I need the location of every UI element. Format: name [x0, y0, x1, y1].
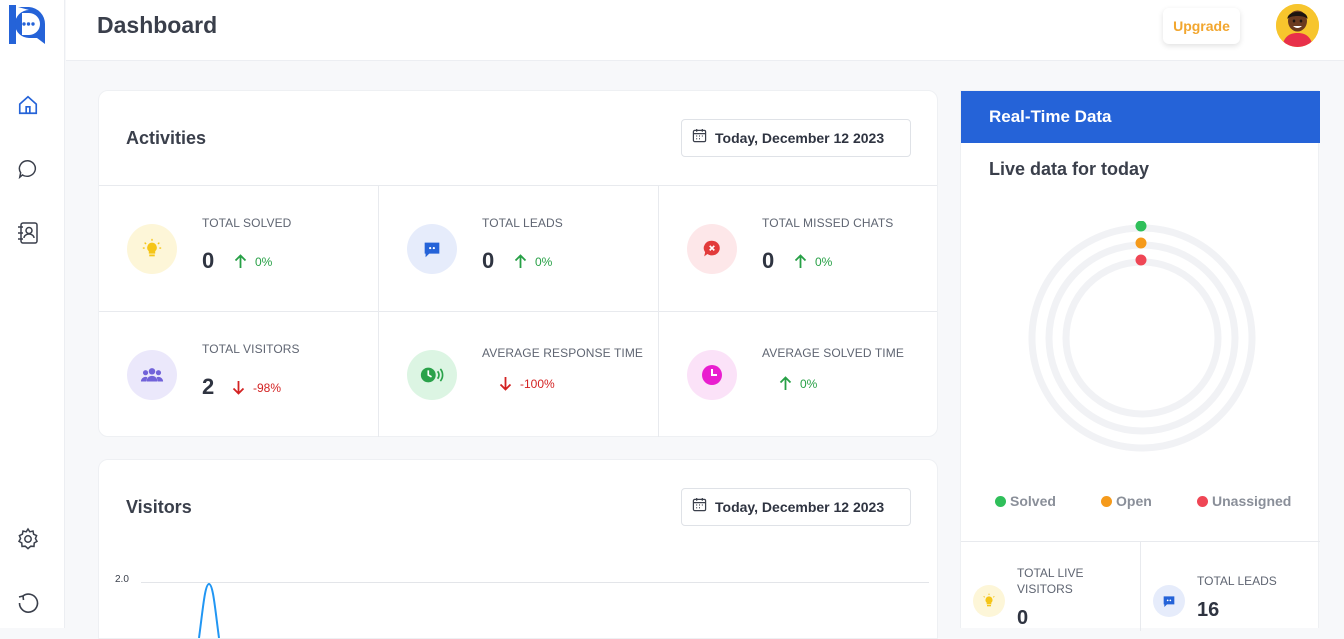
stat-total-leads: TOTAL LEADS 0 0% [379, 186, 659, 312]
trend-value: -98% [253, 380, 282, 395]
chat-bubble-icon [1153, 585, 1185, 617]
stat-total-solved: TOTAL SOLVED 0 0% [99, 186, 379, 312]
legend-dot [1197, 495, 1208, 507]
topbar: Dashboard Upgrade [66, 0, 1344, 61]
gridline [141, 582, 929, 583]
open-marker [1135, 237, 1147, 249]
calendar-icon [692, 128, 707, 148]
mini-stat-label: TOTAL LIVE VISITORS [1017, 565, 1083, 597]
calendar-icon [692, 497, 707, 517]
stat-average-solved-time: AVERAGE SOLVED TIME 0% [659, 312, 939, 438]
stat-trend: 0% [779, 376, 817, 391]
stat-value: 2 [202, 374, 215, 399]
realtime-subtitle: Live data for today [989, 159, 1150, 179]
response-time-icon [407, 350, 457, 400]
mini-stat-value: 0 [1017, 607, 1029, 629]
visitors-title: Visitors [126, 497, 192, 517]
legend-dot [995, 495, 1006, 507]
trend-value: 0% [815, 254, 833, 269]
lightbulb-icon [127, 224, 177, 274]
stat-value: 0 [202, 248, 215, 273]
mini-stat-value: 16 [1197, 599, 1220, 621]
legend-dot [1101, 495, 1112, 507]
legend-label: Open [1116, 493, 1152, 509]
mini-stat-label: TOTAL LEADS [1197, 574, 1277, 588]
visitors-date-picker[interactable]: Today, December 12 2023 [681, 488, 911, 526]
clock-icon [687, 350, 737, 400]
page-title: Dashboard [97, 12, 218, 38]
stat-average-response-time: AVERAGE RESPONSE TIME -100% [379, 312, 659, 438]
legend-label: Solved [1010, 493, 1056, 509]
legend-solved: Solved [995, 493, 1056, 509]
trend-value: -100% [520, 376, 555, 391]
activities-date-picker[interactable]: Today, December 12 2023 [681, 119, 911, 157]
label-line: VISITORS [1017, 582, 1073, 596]
chat-bubble-icon [407, 224, 457, 274]
app-logo[interactable] [9, 5, 47, 45]
stat-label: TOTAL SOLVED [202, 216, 292, 230]
home-icon[interactable] [16, 93, 40, 117]
stat-trend: -98% [232, 380, 281, 395]
activities-title: Activities [126, 128, 207, 148]
lightbulb-icon [973, 585, 1005, 617]
visitors-icon [127, 350, 177, 400]
unassigned-marker [1135, 254, 1147, 266]
stat-label: TOTAL MISSED CHATS [762, 216, 894, 230]
avatar[interactable] [1276, 4, 1319, 47]
chat-icon[interactable] [16, 157, 40, 181]
realtime-card: Real-Time Data Live data for today Solve… [960, 90, 1320, 631]
sidebar [0, 0, 65, 628]
stat-value: 0 [762, 248, 775, 273]
y-axis-tick: 2.0 [115, 574, 129, 585]
stat-total-visitors: TOTAL VISITORS 2 -98% [99, 312, 379, 438]
visitors-card: Visitors Today, December 12 2023 2.0 [98, 459, 938, 639]
stat-trend: 0% [234, 254, 272, 269]
stat-trend: 0% [794, 254, 832, 269]
stat-trend: -100% [499, 376, 555, 391]
trend-value: 0% [535, 254, 553, 269]
visitors-date-text: Today, December 12 2023 [715, 499, 885, 515]
logout-icon[interactable] [16, 591, 40, 615]
mini-stat-live-visitors: TOTAL LIVE VISITORS 0 [961, 541, 1140, 631]
realtime-header: Real-Time Data [961, 91, 1320, 143]
legend-label: Unassigned [1212, 493, 1292, 509]
upgrade-button[interactable]: Upgrade [1163, 8, 1240, 44]
label-line: TOTAL LIVE [1017, 566, 1084, 580]
contacts-icon[interactable] [16, 221, 40, 245]
activities-card: Activities Today, December 12 2023 TOTAL… [98, 90, 938, 437]
trend-value: 0% [255, 254, 273, 269]
stat-value: 0 [482, 248, 495, 273]
trend-value: 0% [800, 376, 818, 391]
stat-total-missed-chats: TOTAL MISSED CHATS 0 0% [659, 186, 939, 312]
legend-unassigned: Unassigned [1197, 493, 1291, 509]
solved-marker [1135, 221, 1147, 232]
activities-date-text: Today, December 12 2023 [715, 130, 885, 146]
stat-trend: 0% [514, 254, 552, 269]
missed-chat-icon [687, 224, 737, 274]
stat-label: TOTAL LEADS [482, 216, 563, 230]
stat-label: AVERAGE SOLVED TIME [762, 346, 904, 360]
mini-stat-total-leads: TOTAL LEADS 16 [1141, 541, 1320, 631]
realtime-ring-chart [1028, 221, 1256, 452]
visitors-line [198, 582, 220, 638]
settings-icon[interactable] [16, 527, 40, 551]
stat-label: TOTAL VISITORS [202, 342, 300, 356]
stat-label: AVERAGE RESPONSE TIME [482, 346, 644, 360]
legend-open: Open [1101, 493, 1152, 509]
